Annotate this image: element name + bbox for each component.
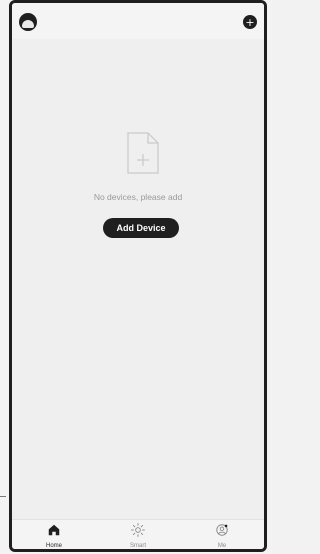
bottom-tab-bar: Home Smart Me	[12, 519, 264, 549]
tab-smart-label: Smart	[129, 543, 146, 549]
empty-file-add-icon	[124, 129, 162, 177]
home-avatar-icon[interactable]	[19, 13, 37, 31]
top-bar: +	[12, 3, 264, 39]
main-content: No devices, please add Add Device	[12, 39, 264, 523]
add-device-button[interactable]: Add Device	[103, 218, 179, 238]
phone-frame: + No devices, please add Add Device Home…	[9, 0, 267, 552]
screen-root: + No devices, please add Add Device Home…	[0, 0, 272, 554]
tab-me[interactable]: Me	[192, 523, 252, 549]
home-icon	[47, 523, 61, 542]
user-icon	[215, 523, 229, 542]
empty-state-message: No devices, please add	[93, 192, 183, 202]
sun-icon	[131, 523, 145, 542]
add-icon[interactable]: +	[243, 15, 257, 29]
tab-home-label: Home	[45, 543, 62, 549]
tab-me-label: Me	[217, 543, 227, 549]
edge-mark	[0, 496, 6, 497]
tab-home[interactable]: Home	[24, 523, 84, 549]
avatar-inner	[22, 20, 34, 28]
tab-smart[interactable]: Smart	[108, 523, 168, 549]
